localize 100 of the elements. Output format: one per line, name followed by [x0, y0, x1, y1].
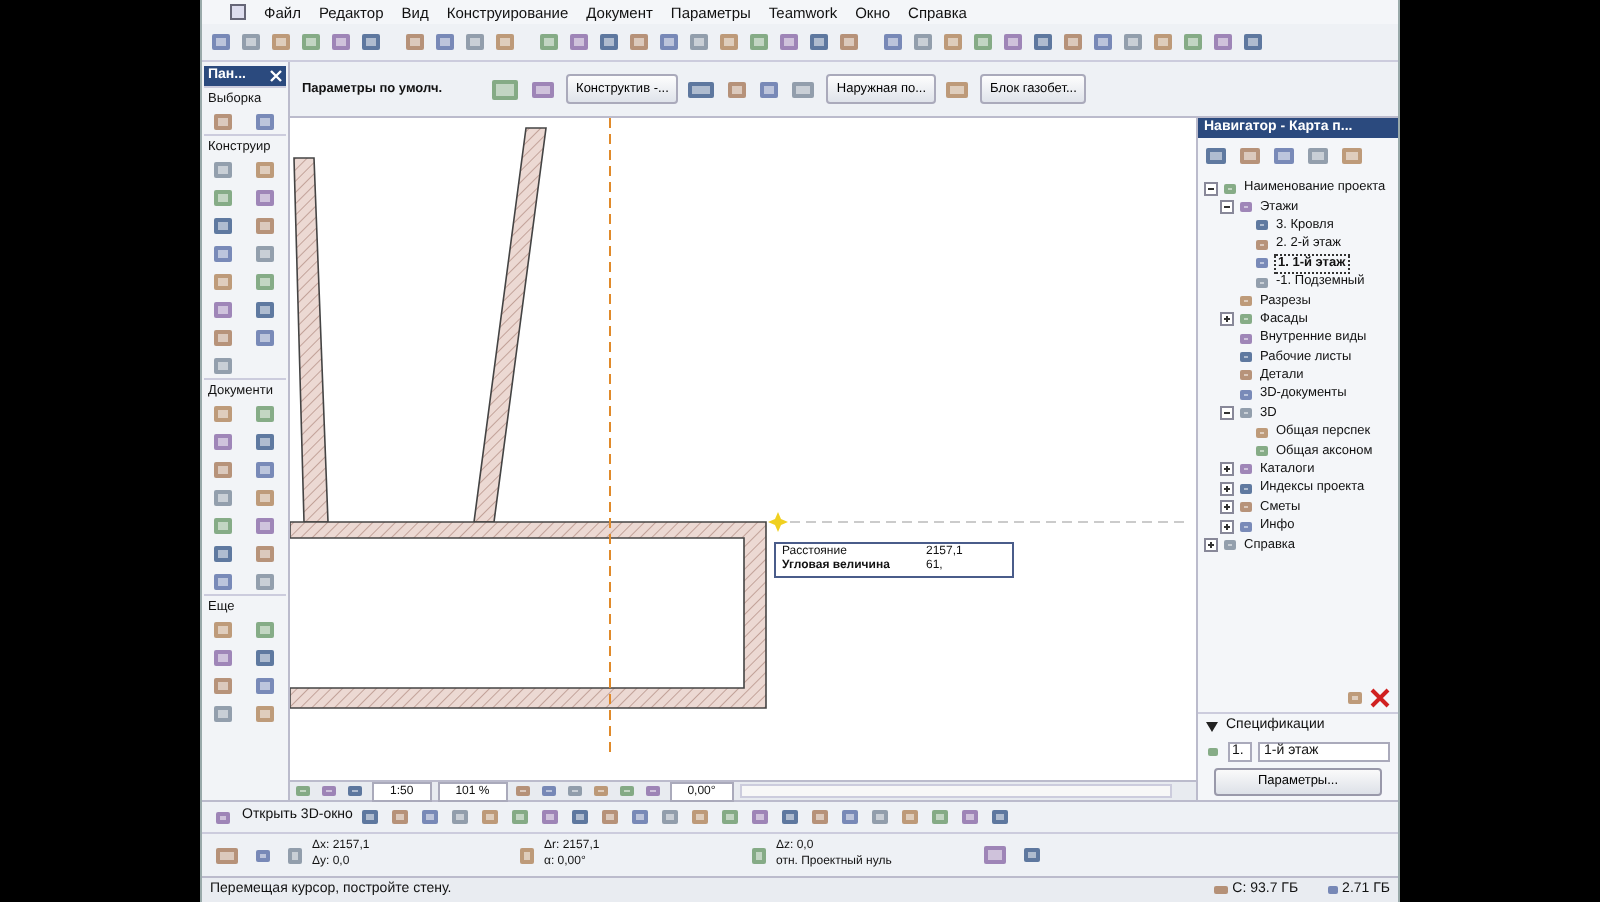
- toolbar-icon[interactable]: [464, 30, 488, 54]
- tool-icon[interactable]: [212, 513, 237, 538]
- tool-icon[interactable]: [253, 457, 278, 482]
- toolbar-icon[interactable]: [570, 806, 593, 828]
- tool-icon[interactable]: [253, 213, 278, 238]
- toolbar-icon[interactable]: [840, 806, 863, 828]
- expand-icon[interactable]: [1220, 312, 1234, 327]
- tool-icon[interactable]: [253, 645, 278, 670]
- caret-icon[interactable]: [1206, 722, 1218, 733]
- toolbar-icon[interactable]: [690, 806, 713, 828]
- toolbar-icon[interactable]: [538, 30, 562, 54]
- toolbar-icon[interactable]: [780, 806, 803, 828]
- toolbar-icon[interactable]: [882, 30, 906, 54]
- expand-icon[interactable]: [1220, 462, 1234, 477]
- tool-icon[interactable]: [212, 185, 237, 210]
- toolbar-icon[interactable]: [1062, 30, 1086, 54]
- toolbar-icon[interactable]: [720, 806, 743, 828]
- collapse-icon[interactable]: [1220, 406, 1234, 421]
- toolbar-icon[interactable]: [810, 806, 833, 828]
- tool-icon[interactable]: [253, 401, 278, 426]
- toolbar-icon[interactable]: [960, 806, 983, 828]
- collapse-icon[interactable]: [1204, 181, 1218, 196]
- tool-icon[interactable]: [212, 241, 237, 266]
- tool-icon[interactable]: [253, 297, 278, 322]
- toolbar-icon[interactable]: [930, 806, 953, 828]
- toolbar-icon[interactable]: [748, 30, 772, 54]
- toolbar-icon[interactable]: [1242, 30, 1266, 54]
- expand-icon[interactable]: [1220, 519, 1234, 534]
- tool-icon[interactable]: [212, 297, 237, 322]
- toolbar-icon[interactable]: [240, 30, 264, 54]
- toolbar-icon[interactable]: [450, 806, 473, 828]
- zoom-icon[interactable]: [513, 782, 534, 800]
- toolbar-icon[interactable]: [600, 806, 623, 828]
- toolbar-icon[interactable]: [912, 30, 936, 54]
- tool-icon[interactable]: [253, 325, 278, 350]
- toolbar-icon[interactable]: [360, 30, 384, 54]
- toolbar-icon[interactable]: [300, 30, 324, 54]
- toolbar-icon[interactable]: [420, 806, 443, 828]
- tool-icon[interactable]: [253, 569, 278, 594]
- zoom-icon[interactable]: [591, 782, 612, 800]
- tool-icon[interactable]: [212, 701, 237, 726]
- tool-icon[interactable]: [212, 569, 237, 594]
- tool-icon[interactable]: [253, 701, 278, 726]
- toolbar-icon[interactable]: [1122, 30, 1146, 54]
- toolbar-icon[interactable]: [330, 30, 354, 54]
- tool-icon[interactable]: [212, 157, 237, 182]
- tool-icon[interactable]: [253, 269, 278, 294]
- tool-icon[interactable]: [212, 541, 237, 566]
- toolbar-icon[interactable]: [390, 806, 413, 828]
- toolbar-icon[interactable]: [1092, 30, 1116, 54]
- tool-icon[interactable]: [212, 617, 237, 642]
- close-icon[interactable]: [270, 70, 282, 83]
- navigator-tab-icon[interactable]: [1306, 144, 1332, 169]
- tool-icon[interactable]: [212, 673, 237, 698]
- toolbar-icon[interactable]: [990, 806, 1013, 828]
- navigator-tab-icon[interactable]: [1238, 144, 1264, 169]
- toolbar-icon[interactable]: [1182, 30, 1206, 54]
- toolbar-icon[interactable]: [628, 30, 652, 54]
- tool-icon[interactable]: [253, 241, 278, 266]
- toolbar-icon[interactable]: [1032, 30, 1056, 54]
- toolbar-icon[interactable]: [630, 806, 653, 828]
- zoom-icon[interactable]: [643, 782, 664, 800]
- toolbar-icon[interactable]: [214, 807, 234, 827]
- toolbar-icon[interactable]: [750, 806, 773, 828]
- tool-icon[interactable]: [212, 485, 237, 510]
- tool-icon[interactable]: [212, 213, 237, 238]
- toolbar-icon[interactable]: [210, 30, 234, 54]
- tool-icon[interactable]: [212, 325, 237, 350]
- tool-icon[interactable]: [253, 110, 278, 135]
- tool-icon[interactable]: [253, 429, 278, 454]
- toolbar-icon[interactable]: [718, 30, 742, 54]
- toolbar-icon[interactable]: [434, 30, 458, 54]
- toolbar-icon[interactable]: [540, 806, 563, 828]
- tool-icon[interactable]: [253, 617, 278, 642]
- view-icon[interactable]: [320, 782, 340, 800]
- toolbar-icon[interactable]: [494, 30, 518, 54]
- tool-icon[interactable]: [212, 457, 237, 482]
- zoom-icon[interactable]: [539, 782, 560, 800]
- tool-icon[interactable]: [212, 645, 237, 670]
- toolbar-icon[interactable]: [1212, 30, 1236, 54]
- expand-icon[interactable]: [1204, 538, 1218, 552]
- tool-icon[interactable]: [253, 673, 278, 698]
- navigator-tab-icon[interactable]: [1272, 144, 1298, 169]
- tool-icon[interactable]: [253, 185, 278, 210]
- expand-icon[interactable]: [1220, 500, 1234, 515]
- tool-icon[interactable]: [212, 110, 237, 135]
- collapse-icon[interactable]: [1220, 199, 1234, 214]
- zoom-icon[interactable]: [617, 782, 638, 800]
- toolbar-icon[interactable]: [942, 30, 966, 54]
- zoom-icon[interactable]: [565, 782, 586, 800]
- tool-icon[interactable]: [253, 485, 278, 510]
- horizontal-scrollbar[interactable]: [739, 784, 1172, 798]
- tool-icon[interactable]: [212, 401, 237, 426]
- toolbar-icon[interactable]: [778, 30, 802, 54]
- toolbar-icon[interactable]: [808, 30, 832, 54]
- toolbar-icon[interactable]: [568, 30, 592, 54]
- tool-icon[interactable]: [253, 157, 278, 182]
- expand-icon[interactable]: [1220, 481, 1234, 496]
- toolbar-icon[interactable]: [270, 30, 294, 54]
- tool-icon[interactable]: [253, 541, 278, 566]
